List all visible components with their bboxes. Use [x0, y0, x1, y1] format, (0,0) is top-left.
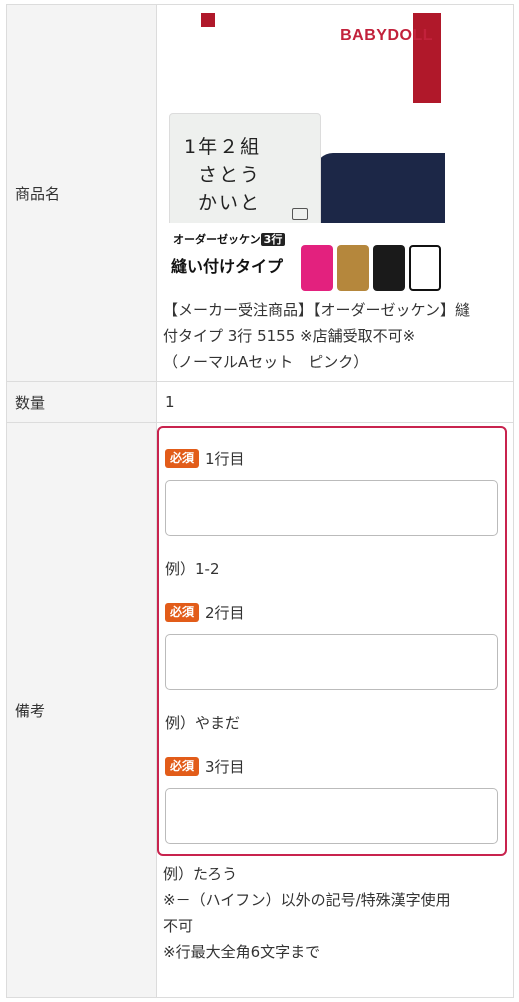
quantity-value: 1	[165, 393, 175, 411]
line2-label: 必須 2行目	[165, 602, 245, 623]
line3-example-and-notes: 例）たろう ※－（ハイフン）以外の記号/特殊漢字使用 不可 ※行最大全角6文字ま…	[163, 861, 503, 965]
product-cell: BABYDOLL 1年２組 さとう かいと オーダーゼッケン 3行 縫い付けタイプ	[156, 4, 514, 382]
line3-input[interactable]	[165, 788, 498, 844]
notes-label: 備考	[6, 422, 157, 998]
pants-illustration	[315, 152, 445, 223]
name-tag-sample: 1年２組 さとう かいと	[169, 112, 321, 231]
product-image: BABYDOLL 1年２組 さとう かいと オーダーゼッケン 3行 縫い付けタイプ	[163, 12, 445, 293]
shirt-illustration: BABYDOLL 1年２組 さとう かいと	[163, 12, 445, 231]
note-line: 不可	[163, 917, 194, 935]
quantity-label: 数量	[6, 381, 157, 423]
pink-swatch	[301, 244, 333, 291]
line1-input[interactable]	[165, 480, 498, 536]
line1-example: 例）1-2	[165, 560, 220, 578]
required-badge: 必須	[165, 449, 200, 468]
line3-label: 必須 3行目	[165, 756, 245, 777]
star-swatch	[373, 244, 405, 291]
notes-cell: 必須 1行目 例）1-2 必須 2行目 例）やまだ 必須 3行目 例）たろう ※…	[157, 423, 513, 997]
notes-row: 備考 必須 1行目 例）1-2 必須 2行目 例）やまだ 必須 3行目 例）たろ…	[6, 422, 514, 998]
product-name: 【メーカー受注商品】【オーダーゼッケン】縫 付タイプ 3行 5155 ※店舗受取…	[163, 300, 471, 371]
line3-example: 例）たろう	[163, 865, 238, 883]
order-details-table: 商品名 BABYDOLL 1年２組 さとう かいと オーダーゼッケン 3行 縫い…	[6, 4, 514, 998]
crown-icon	[292, 207, 308, 220]
quantity-row: 数量 1	[6, 381, 514, 423]
line2-example: 例）やまだ	[165, 714, 241, 732]
product-label: 商品名	[6, 4, 157, 382]
leopard-swatch	[337, 244, 369, 291]
line2-input[interactable]	[165, 634, 498, 690]
required-fields-box: 必須 1行目 例）1-2 必須 2行目 例）やまだ 必須 3行目	[157, 426, 507, 856]
note-line: ※行最大全角6文字まで	[163, 943, 321, 961]
product-banner: オーダーゼッケン 3行 縫い付けタイプ	[163, 222, 445, 293]
required-badge: 必須	[165, 603, 200, 622]
brand-logo: BABYDOLL	[340, 26, 433, 44]
note-line: ※－（ハイフン）以外の記号/特殊漢字使用	[163, 891, 451, 909]
line1-label: 必須 1行目	[165, 448, 245, 469]
crown-swatch	[409, 244, 441, 291]
required-badge: 必須	[165, 757, 200, 776]
product-row: 商品名 BABYDOLL 1年２組 さとう かいと オーダーゼッケン 3行 縫い…	[6, 4, 514, 382]
